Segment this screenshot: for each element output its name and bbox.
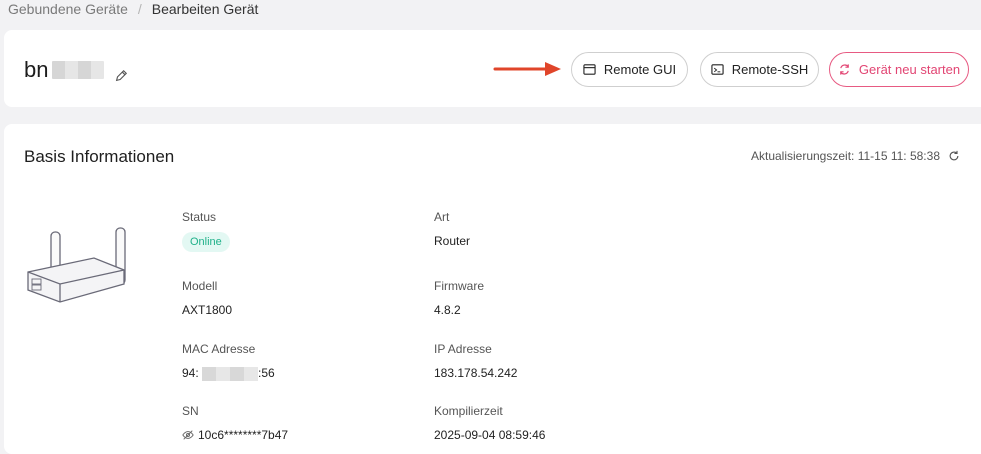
firmware-label: Firmware [434,279,484,293]
mac-value: 94: :56 [182,366,275,381]
window-icon [583,64,596,75]
restart-device-label: Gerät neu starten [858,62,961,77]
type-label: Art [434,210,450,224]
remote-gui-label: Remote GUI [603,62,677,77]
sn-text: 10c6********7b47 [198,428,289,442]
device-name: bn [24,57,128,83]
breadcrumb-link-bound-devices[interactable]: Gebundene Geräte [8,1,128,17]
breadcrumb-separator: / [137,1,142,17]
eye-slash-icon[interactable] [182,429,194,441]
model-label: Modell [182,279,218,293]
mac-suffix: :56 [258,366,275,380]
mac-redaction [202,366,259,381]
device-name-text: bn [24,57,49,82]
remote-ssh-button[interactable]: Remote-SSH [700,52,819,87]
mac-label: MAC Adresse [182,342,256,356]
update-time-row: Aktualisierungszeit: 11-15 11: 58:38 [751,149,960,163]
ip-value: 183.178.54.242 [434,366,518,380]
update-time-text: Aktualisierungszeit: 11-15 11: 58:38 [750,149,940,163]
build-time-value: 2025-09-04 08:59:46 [434,428,546,442]
breadcrumb-current: Bearbeiten Gerät [151,1,259,17]
device-name-redaction [52,61,105,79]
remote-ssh-label: Remote-SSH [731,62,809,77]
annotation-arrow [493,62,561,76]
section-title: Basis Informationen [24,147,175,166]
refresh-icon[interactable] [948,150,960,162]
restart-device-button[interactable]: Gerät neu starten [829,52,969,87]
sn-value: 10c6********7b47 [182,428,288,442]
build-time-label: Kompilierzeit [434,404,503,418]
status-label: Status [182,210,217,224]
ip-label: IP Adresse [434,342,492,356]
model-value: AXT1800 [182,303,233,317]
breadcrumb: Gebundene Geräte / Bearbeiten Gerät [8,0,258,18]
remote-gui-button[interactable]: Remote GUI [571,52,688,87]
router-device-image [27,227,126,303]
sn-label: SN [182,404,199,418]
firmware-value: 4.8.2 [434,303,461,317]
restart-icon [840,64,849,75]
terminal-icon [711,64,724,75]
type-value: Router [434,234,471,248]
pencil-icon[interactable] [114,63,128,82]
mac-prefix: 94: [182,366,199,380]
basic-info-card: Basis Informationen Aktualisierungszeit:… [4,124,981,454]
status-badge: Online [182,232,230,252]
